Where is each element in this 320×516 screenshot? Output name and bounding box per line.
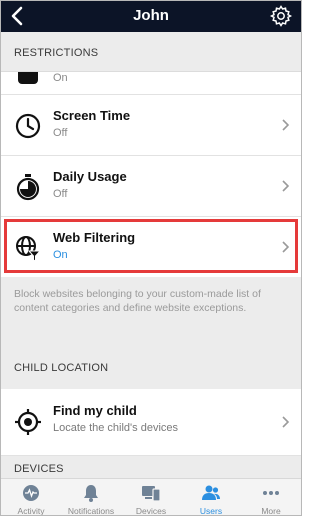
section-header-restrictions: RESTRICTIONS [1,32,301,72]
list-item-daily-usage[interactable]: Daily Usage Off [1,156,301,217]
list-item-screen-time[interactable]: Screen Time Off [1,95,301,156]
find-my-child-title: Find my child [53,403,137,418]
chevron-right-icon [282,119,290,131]
list-item-web-filtering[interactable]: Web Filtering On [1,217,301,277]
more-icon [263,491,279,495]
daily-usage-status: Off [53,188,68,200]
web-filtering-description: Block websites belonging to your custom-… [1,277,301,345]
bell-icon [84,485,98,502]
chevron-right-icon [282,180,290,192]
screen-time-status: Off [53,127,68,139]
bottom-tab-bar: Activity Notifications Devices Users Mor… [1,478,301,516]
tab-label: Users [199,506,223,516]
timer-icon [16,174,40,201]
list-item-partial[interactable]: On [1,72,301,95]
section-header-devices: DEVICES [1,456,301,478]
tab-users[interactable]: Users [181,479,241,516]
chevron-right-icon [282,241,290,253]
daily-usage-title: Daily Usage [53,169,127,184]
page-title: John [133,7,169,24]
chevron-right-icon [282,416,290,428]
activity-icon [23,485,39,501]
tab-more[interactable]: More [241,479,301,516]
app-screen: John RESTRICTIONS On Screen Time Off Dai… [0,0,302,516]
tab-label: Devices [135,506,167,516]
devices-icon [142,486,161,502]
tab-activity[interactable]: Activity [1,479,61,516]
top-bar: John [1,1,301,32]
list-item-find-my-child[interactable]: Find my child Locate the child's devices [1,389,301,456]
tab-notifications[interactable]: Notifications [61,479,121,516]
tab-devices[interactable]: Devices [121,479,181,516]
globe-filter-icon [16,236,42,262]
screen-time-title: Screen Time [53,108,131,123]
location-target-icon [15,409,41,435]
section-header-child-location: CHILD LOCATION [1,345,301,389]
web-filtering-title: Web Filtering [53,230,136,245]
tab-label: Notifications [67,506,115,516]
partial-item-icon [18,72,38,84]
gear-icon[interactable] [269,4,293,28]
tab-label: More [261,506,281,516]
web-filtering-status: On [53,249,68,261]
tab-label: Activity [17,506,45,516]
find-my-child-subtitle: Locate the child's devices [53,422,179,434]
users-icon [202,485,220,500]
partial-item-status: On [53,72,68,84]
clock-icon [15,113,41,139]
